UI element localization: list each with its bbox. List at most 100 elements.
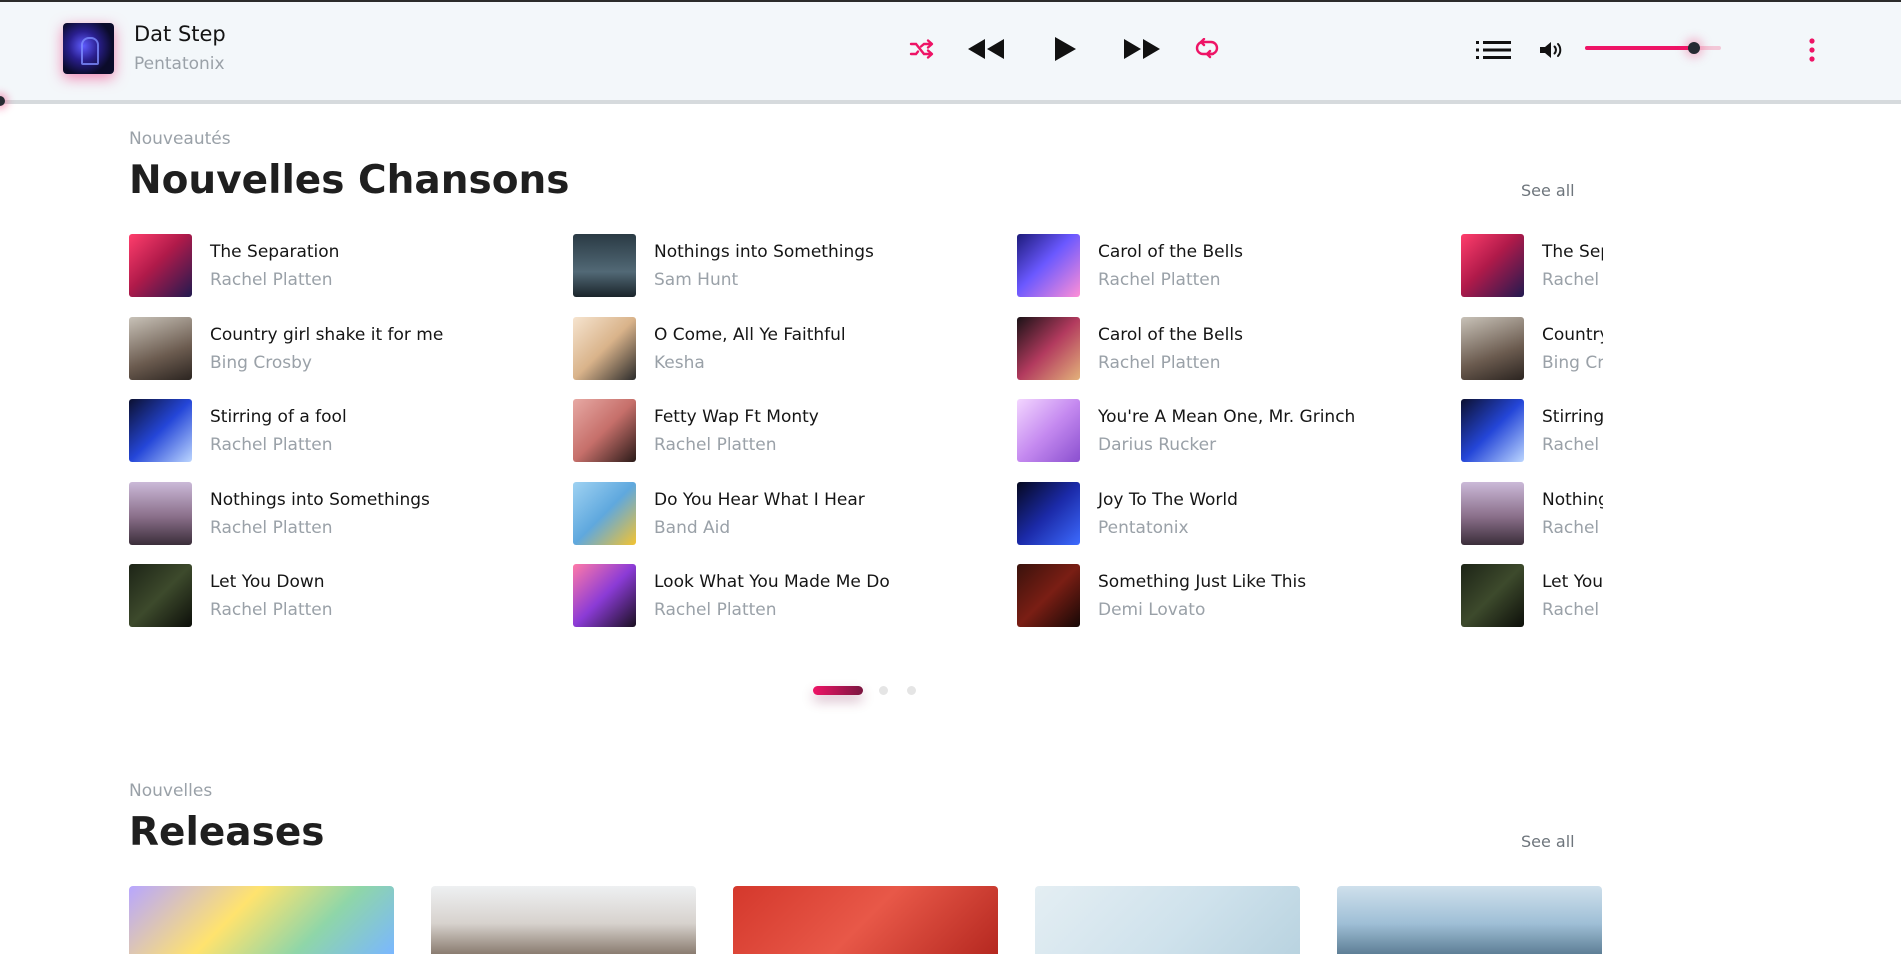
song-item[interactable]: Joy To The World Pentatonix — [1017, 482, 1447, 546]
song-title: Something Just Like This — [1098, 572, 1307, 592]
now-playing-artist[interactable]: Pentatonix — [134, 54, 225, 74]
volume-icon[interactable] — [1539, 40, 1567, 60]
song-item[interactable]: Nothings into Somethings Rachel Platten — [1461, 482, 1603, 546]
song-item[interactable]: O Come, All Ye Faithful Kesha — [573, 317, 1003, 381]
song-column: The Separation Rachel Platten Country girl… — [129, 234, 573, 630]
song-artwork — [129, 234, 192, 297]
song-item[interactable]: Stirring of a fool Rachel Platten — [1461, 399, 1603, 463]
volume-slider[interactable] — [1585, 42, 1721, 54]
song-artwork — [573, 564, 636, 627]
song-item[interactable]: Let You Down Rachel Platten — [1461, 564, 1603, 628]
song-item[interactable]: Nothings into Somethings Rachel Platten — [129, 482, 559, 546]
song-artist: Rachel Platten — [1542, 600, 1603, 620]
more-vertical-icon[interactable] — [1808, 38, 1816, 62]
song-artist: Rachel Platten — [1542, 270, 1603, 290]
release-card[interactable] — [431, 886, 696, 954]
song-title: O Come, All Ye Faithful — [654, 325, 846, 345]
releases-eyebrow: Nouvelles — [129, 781, 213, 801]
song-artwork — [1461, 234, 1524, 297]
release-card[interactable] — [129, 886, 394, 954]
song-artist: Bing Crosby — [1542, 353, 1603, 373]
fast-forward-icon[interactable] — [1122, 37, 1162, 61]
queue-list-icon[interactable] — [1476, 40, 1512, 60]
song-artwork — [1461, 564, 1524, 627]
track-progress-bar[interactable] — [0, 96, 1901, 106]
song-item[interactable]: Country girl shake it for me Bing Crosby — [129, 317, 559, 381]
song-title: Carol of the Bells — [1098, 242, 1243, 262]
song-title: Stirring of a fool — [210, 407, 347, 427]
carousel-dot-3[interactable] — [907, 686, 916, 695]
now-playing-cover[interactable] — [63, 23, 114, 74]
song-artist: Rachel Platten — [654, 435, 777, 455]
releases-title: Releases — [129, 810, 325, 855]
song-artist: Kesha — [654, 353, 705, 373]
song-title: Nothings into Somethings — [1542, 490, 1603, 510]
song-title: Nothings into Somethings — [210, 490, 430, 510]
song-item[interactable]: The Separation Rachel Platten — [1461, 234, 1603, 298]
song-title: The Separation — [210, 242, 340, 262]
song-artist: Pentatonix — [1098, 518, 1189, 538]
track-progress-handle[interactable] — [0, 96, 5, 106]
song-title: Country girl shake it for me — [1542, 325, 1603, 345]
song-title: Nothings into Somethings — [654, 242, 874, 262]
song-title: Joy To The World — [1098, 490, 1238, 510]
song-artwork — [1017, 234, 1080, 297]
release-card[interactable] — [1035, 886, 1300, 954]
song-artwork — [1017, 399, 1080, 462]
now-playing-title[interactable]: Dat Step — [134, 22, 226, 46]
release-card[interactable] — [1337, 886, 1602, 954]
song-item[interactable]: Carol of the Bells Rachel Platten — [1017, 317, 1447, 381]
player-bar: Dat Step Pentatonix — [0, 0, 1901, 104]
song-artwork — [1461, 317, 1524, 380]
song-column: The Separation Rachel Platten Country girl… — [1461, 234, 1603, 630]
song-title: Let You Down — [1542, 572, 1603, 592]
rewind-icon[interactable] — [966, 37, 1006, 61]
song-artist: Rachel Platten — [1098, 270, 1221, 290]
releases-see-all-link[interactable]: See all — [1521, 832, 1575, 851]
volume-slider-fill — [1585, 46, 1694, 50]
song-artwork — [573, 234, 636, 297]
song-item[interactable]: Nothings into Somethings Sam Hunt — [573, 234, 1003, 298]
song-title: You're A Mean One, Mr. Grinch — [1098, 407, 1356, 427]
repeat-icon[interactable] — [1194, 38, 1220, 60]
song-artwork — [573, 399, 636, 462]
new-songs-title: Nouvelles Chansons — [129, 158, 570, 203]
song-item[interactable]: Do You Hear What I Hear Band Aid — [573, 482, 1003, 546]
song-artist: Darius Rucker — [1098, 435, 1217, 455]
carousel-dot-1[interactable] — [813, 686, 863, 695]
song-item[interactable]: Fetty Wap Ft Monty Rachel Platten — [573, 399, 1003, 463]
song-item[interactable]: You're A Mean One, Mr. Grinch Darius Ruck… — [1017, 399, 1447, 463]
release-card[interactable] — [733, 886, 998, 954]
new-songs-carousel: The Separation Rachel Platten Country girl… — [129, 234, 1603, 630]
new-songs-see-all-link[interactable]: See all — [1521, 181, 1575, 200]
song-artwork — [573, 317, 636, 380]
song-artwork — [1017, 564, 1080, 627]
song-item[interactable]: The Separation Rachel Platten — [129, 234, 559, 298]
carousel-dot-2[interactable] — [879, 686, 888, 695]
song-item[interactable]: Country girl shake it for me Bing Crosby — [1461, 317, 1603, 381]
song-item[interactable]: Something Just Like This Demi Lovato — [1017, 564, 1447, 628]
new-songs-eyebrow: Nouveautés — [129, 129, 231, 149]
song-title: Country girl shake it for me — [210, 325, 444, 345]
volume-slider-handle[interactable] — [1687, 42, 1700, 54]
shuffle-icon[interactable] — [909, 38, 935, 60]
song-title: Carol of the Bells — [1098, 325, 1243, 345]
song-column: Nothings into Somethings Sam Hunt O Come, … — [573, 234, 1017, 630]
song-artist: Rachel Platten — [210, 435, 333, 455]
song-artwork — [573, 482, 636, 545]
song-title: Let You Down — [210, 572, 325, 592]
song-item[interactable]: Stirring of a fool Rachel Platten — [129, 399, 559, 463]
song-item[interactable]: Look What You Made Me Do Rachel Platten — [573, 564, 1003, 628]
song-artwork — [129, 564, 192, 627]
song-artist: Demi Lovato — [1098, 600, 1206, 620]
song-item[interactable]: Carol of the Bells Rachel Platten — [1017, 234, 1447, 298]
song-artist: Rachel Platten — [654, 600, 777, 620]
carousel-pagination — [813, 686, 923, 696]
song-item[interactable]: Let You Down Rachel Platten — [129, 564, 559, 628]
song-artist: Rachel Platten — [210, 270, 333, 290]
song-artist: Rachel Platten — [210, 600, 333, 620]
song-title: Look What You Made Me Do — [654, 572, 890, 592]
song-artist: Band Aid — [654, 518, 731, 538]
play-icon[interactable] — [1052, 35, 1078, 63]
song-title: Fetty Wap Ft Monty — [654, 407, 819, 427]
